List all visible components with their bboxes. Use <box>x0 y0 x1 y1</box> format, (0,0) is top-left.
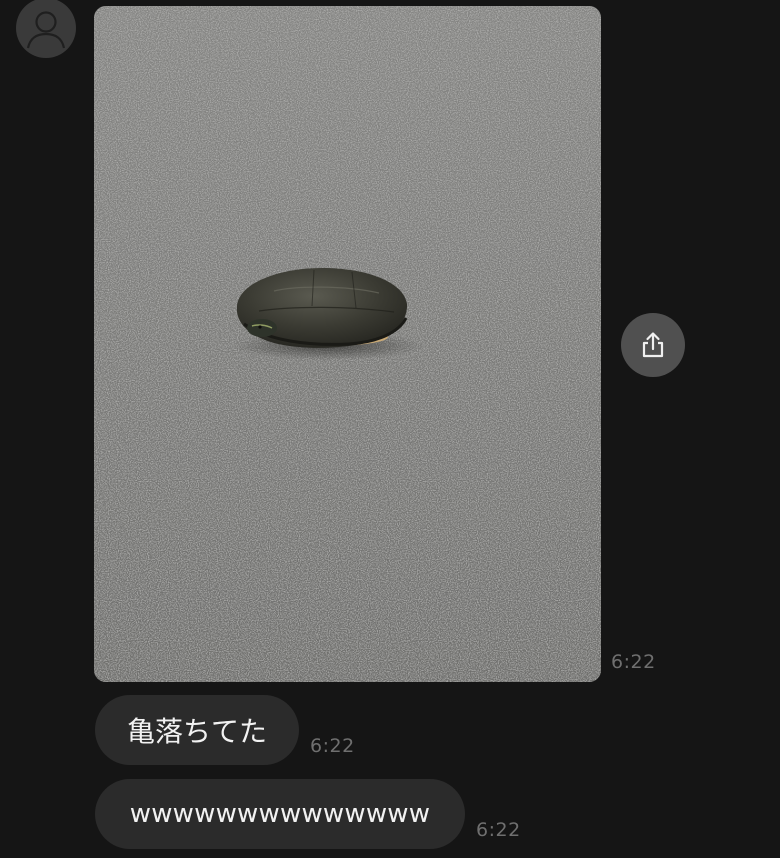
message-bubble[interactable]: 亀落ちてた <box>95 695 299 765</box>
share-button[interactable] <box>621 313 685 377</box>
message-timestamp: 6:22 <box>611 651 656 673</box>
photo-message[interactable] <box>94 6 601 682</box>
message-text: wwwwwwwwwwwwww <box>129 799 431 829</box>
turtle-photo <box>94 6 601 682</box>
message-timestamp: 6:22 <box>310 735 355 757</box>
avatar[interactable] <box>16 0 76 58</box>
person-silhouette-icon <box>17 0 75 57</box>
share-icon <box>642 332 664 358</box>
message-bubble[interactable]: wwwwwwwwwwwwww <box>95 779 465 849</box>
message-timestamp: 6:22 <box>476 819 521 841</box>
message-text: 亀落ちてた <box>126 715 267 748</box>
